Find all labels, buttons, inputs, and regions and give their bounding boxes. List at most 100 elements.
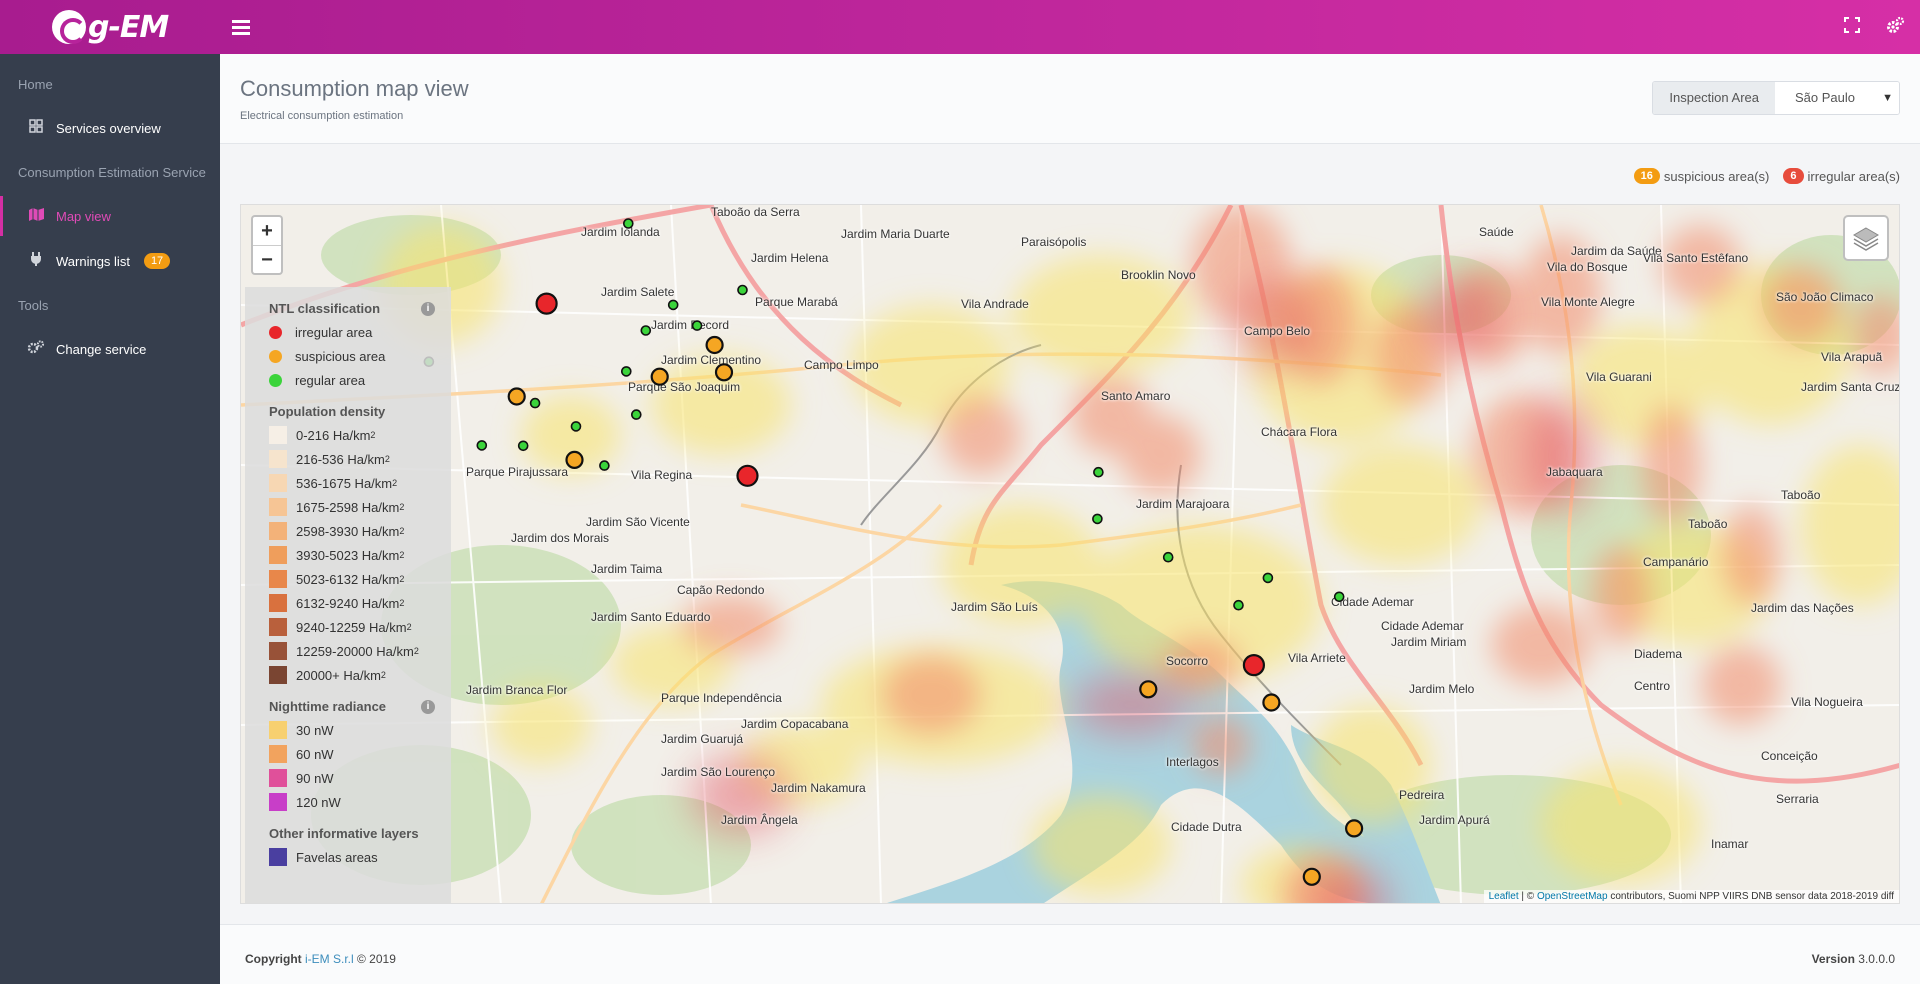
map-container[interactable]: Taboão da Serra Jardim Iolanda Jardim Hele…	[240, 204, 1900, 904]
legend-item: regular area	[269, 368, 451, 392]
company-link[interactable]: i-EM S.r.l	[305, 952, 354, 966]
suspicious-area-marker[interactable]	[1139, 680, 1158, 699]
regular-area-marker[interactable]	[691, 320, 703, 331]
irregular-area-marker[interactable]	[535, 292, 558, 315]
regular-area-marker[interactable]	[476, 440, 488, 451]
legend-item: 6132-9240 Ha/km 2	[269, 591, 451, 615]
inspection-area-control: Inspection Area São Paulo ▼	[1652, 81, 1900, 115]
legend-item: 90 nW	[269, 766, 451, 790]
unit-superscript: 2	[399, 502, 405, 512]
app-logo[interactable]: g-EM	[52, 8, 169, 46]
legend-item-label: 0-216 Ha/km	[296, 427, 371, 443]
suspicious-area-marker[interactable]	[650, 367, 669, 386]
legend-swatch	[269, 498, 287, 516]
sidebar-item-label: Services overview	[56, 120, 161, 136]
legend-item: 536-1675 Ha/km 2	[269, 471, 451, 495]
regular-area-marker[interactable]	[640, 325, 652, 336]
legend-swatch	[269, 450, 287, 468]
cogs-icon	[26, 340, 46, 358]
layers-control-button[interactable]	[1843, 215, 1889, 261]
suspicious-area-marker[interactable]	[565, 450, 584, 469]
suspicious-count-badge: 16	[1633, 168, 1660, 184]
legend-radiance-list: 30 nW 60 nW 90 nW 120 nW	[269, 718, 451, 814]
legend-item: 3930-5023 Ha/km 2	[269, 543, 451, 567]
osm-link[interactable]: OpenStreetMap	[1537, 891, 1608, 902]
legend-item-label: 536-1675 Ha/km	[296, 475, 393, 491]
legend-dot-icon	[269, 349, 282, 363]
suspicious-area-marker[interactable]	[714, 363, 734, 382]
sidebar-toggle-button[interactable]	[232, 17, 250, 37]
info-icon[interactable]: i	[421, 302, 435, 316]
regular-area-marker[interactable]	[1333, 591, 1345, 603]
sidebar-header-home: Home	[18, 77, 53, 92]
legend-ntl-list: irregular area suspicious area regular are…	[269, 320, 451, 392]
unit-superscript: 2	[380, 670, 386, 680]
sidebar-item-warnings-list[interactable]: Warnings list 17	[0, 241, 220, 281]
unit-superscript: 2	[399, 598, 405, 608]
sidebar-item-map-view[interactable]: Map view	[0, 196, 220, 236]
legend-item-label: irregular area	[295, 324, 373, 340]
regular-area-marker[interactable]	[1262, 572, 1274, 584]
leaflet-link[interactable]: Leaflet	[1489, 891, 1519, 902]
legend-item-label: suspicious area	[295, 348, 386, 364]
regular-area-marker[interactable]	[570, 421, 582, 432]
legend-item-label: 1675-2598 Ha/km	[296, 499, 400, 515]
suspicious-area-marker[interactable]	[507, 387, 526, 406]
regular-area-marker[interactable]	[620, 366, 632, 377]
legend-item: 5023-6132 Ha/km 2	[269, 567, 451, 591]
regular-area-marker[interactable]	[529, 397, 541, 409]
legend-radiance-title: Nighttime radiance i	[269, 699, 451, 714]
zoom-out-button[interactable]: −	[253, 245, 281, 273]
legend-swatch	[269, 721, 287, 739]
zoom-in-button[interactable]: +	[253, 217, 281, 245]
inspection-area-select[interactable]: São Paulo ▼	[1775, 82, 1899, 114]
sidebar-item-change-service[interactable]: Change service	[0, 329, 220, 369]
regular-area-marker[interactable]	[630, 409, 642, 420]
version-label: Version	[1811, 952, 1855, 966]
legend-ntl-title: NTL classification i	[269, 301, 451, 316]
regular-area-marker[interactable]	[517, 440, 529, 452]
legend-item-label: 6132-9240 Ha/km	[296, 595, 400, 611]
regular-area-marker[interactable]	[737, 284, 748, 296]
regular-area-marker[interactable]	[1093, 466, 1104, 478]
suspicious-area-marker[interactable]	[705, 335, 724, 355]
regular-area-marker[interactable]	[1162, 551, 1174, 563]
legend-item: 12259-20000 Ha/km 2	[269, 639, 451, 663]
legend-item-label: Favelas areas	[296, 849, 378, 865]
legend-population-title: Population density	[269, 404, 386, 419]
info-icon[interactable]: i	[421, 700, 435, 714]
suspicious-area-marker[interactable]	[1344, 819, 1364, 838]
page-title: Consumption map view	[240, 76, 469, 101]
legend-item: 9240-12259 Ha/km 2	[269, 615, 451, 639]
sidebar-item-label: Map view	[56, 208, 111, 224]
map-legend: NTL classification i irregular area suspi…	[245, 287, 451, 903]
legend-swatch	[269, 642, 287, 660]
unit-superscript: 2	[399, 526, 405, 536]
regular-area-marker[interactable]	[622, 218, 634, 229]
legend-other-title: Other informative layers	[269, 826, 419, 841]
regular-area-marker[interactable]	[599, 460, 610, 471]
regular-area-marker[interactable]	[1092, 513, 1103, 525]
legend-item-label: 216-536 Ha/km	[296, 451, 385, 467]
irregular-area-marker[interactable]	[736, 464, 759, 487]
cogs-icon[interactable]	[1884, 16, 1906, 38]
fullscreen-icon[interactable]	[1841, 16, 1863, 38]
regular-area-marker[interactable]	[667, 299, 679, 311]
legend-ntl-title-text: NTL classification	[269, 301, 381, 316]
top-navbar: g-EM	[0, 0, 1920, 54]
legend-item: 2598-3930 Ha/km 2	[269, 519, 451, 543]
irregular-area-marker[interactable]	[1242, 654, 1266, 677]
grid-icon	[26, 119, 46, 137]
inspection-area-label: Inspection Area	[1653, 82, 1775, 114]
copyright-prefix: Copyright	[245, 952, 305, 966]
legend-swatch	[269, 745, 287, 763]
legend-item: irregular area	[269, 320, 451, 344]
unit-superscript: 2	[399, 574, 405, 584]
suspicious-area-marker[interactable]	[1302, 867, 1321, 886]
sidebar-item-services-overview[interactable]: Services overview	[0, 108, 220, 148]
legend-swatch	[269, 522, 287, 540]
legend-swatch	[269, 618, 287, 636]
area-counters: 16 suspicious area(s) 6 irregular area(s…	[1633, 168, 1900, 184]
regular-area-marker[interactable]	[1233, 599, 1244, 611]
suspicious-area-marker[interactable]	[1262, 693, 1281, 712]
